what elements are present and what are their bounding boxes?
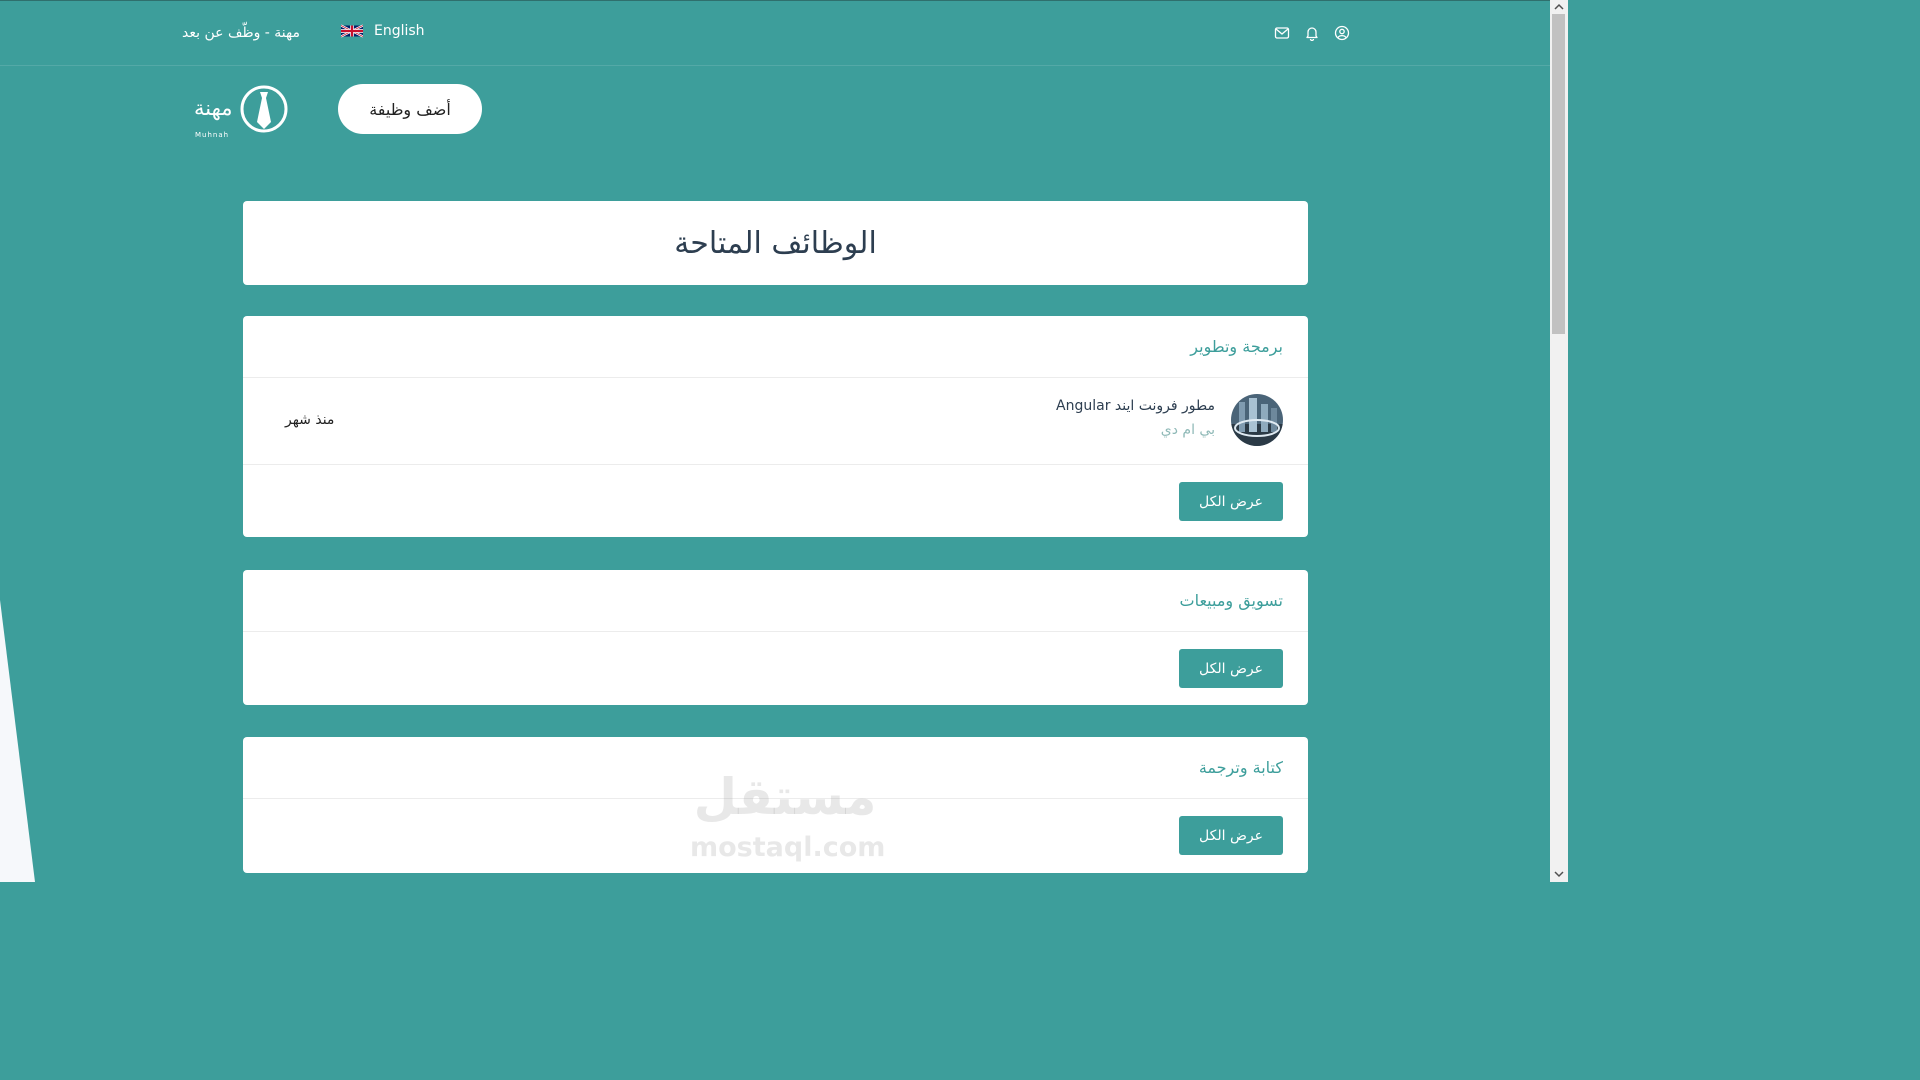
watermark-latin: mostaql.com bbox=[690, 832, 886, 863]
job-company: بي ام دي bbox=[1160, 422, 1215, 438]
category-card-marketing: تسويق ومبيعات عرض الكل bbox=[243, 570, 1308, 705]
category-footer: عرض الكل bbox=[243, 465, 1308, 537]
category-header: تسويق ومبيعات bbox=[243, 570, 1308, 632]
user-icon[interactable] bbox=[1334, 25, 1350, 41]
job-posted-time: منذ شهر bbox=[285, 412, 335, 428]
logo-text: مهنة bbox=[194, 96, 233, 120]
category-header: برمجة وتطوير bbox=[243, 316, 1308, 378]
add-job-button[interactable]: أضف وظيفة bbox=[338, 84, 482, 134]
view-all-button[interactable]: عرض الكل bbox=[1179, 816, 1283, 855]
top-bar: مهنة - وظّف عن بعد English bbox=[0, 0, 1550, 66]
language-label: English bbox=[374, 23, 425, 39]
category-footer: عرض الكل bbox=[243, 632, 1308, 705]
job-row[interactable]: مطور فرونت ايند Angular بي ام دي منذ شهر bbox=[243, 378, 1308, 465]
site-logo[interactable]: مهنة Muhnah bbox=[194, 84, 290, 139]
page-title-card: الوظائف المتاحة bbox=[243, 201, 1308, 285]
bell-icon[interactable] bbox=[1304, 25, 1320, 41]
page-scrollbar[interactable] bbox=[1550, 0, 1568, 882]
scroll-down-arrow-icon[interactable] bbox=[1554, 870, 1564, 878]
watermark: مستقل mostaql.com bbox=[690, 768, 886, 868]
category-title[interactable]: برمجة وتطوير bbox=[1190, 337, 1283, 356]
category-card-programming: برمجة وتطوير مطور فرونت ايند Angular بي … bbox=[243, 316, 1308, 537]
page-title: الوظائف المتاحة bbox=[674, 225, 877, 261]
view-all-button[interactable]: عرض الكل bbox=[1179, 482, 1283, 521]
mail-icon[interactable] bbox=[1274, 25, 1290, 41]
company-avatar bbox=[1231, 394, 1283, 446]
language-switcher[interactable]: English bbox=[341, 23, 425, 39]
scrollbar-thumb[interactable] bbox=[1552, 14, 1565, 334]
logo-subtext: Muhnah bbox=[195, 131, 230, 139]
main-header: مهنة Muhnah أضف وظيفة bbox=[0, 67, 1550, 167]
job-title[interactable]: مطور فرونت ايند Angular bbox=[1056, 398, 1215, 414]
scroll-up-arrow-icon[interactable] bbox=[1554, 3, 1564, 11]
watermark-arabic: مستقل bbox=[693, 768, 877, 826]
tie-logo-icon bbox=[240, 85, 288, 133]
view-all-button[interactable]: عرض الكل bbox=[1179, 649, 1283, 688]
category-title[interactable]: كتابة وترجمة bbox=[1199, 758, 1283, 777]
category-title[interactable]: تسويق ومبيعات bbox=[1180, 591, 1283, 610]
site-tagline: مهنة - وظّف عن بعد bbox=[182, 25, 300, 41]
uk-flag-icon bbox=[341, 24, 363, 38]
